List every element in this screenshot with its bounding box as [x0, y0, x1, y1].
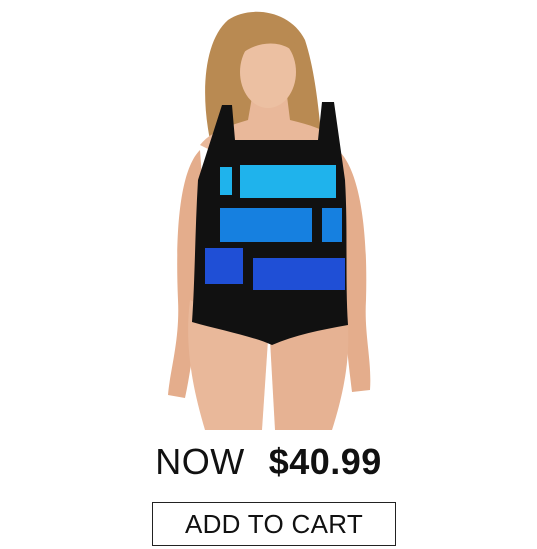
swimsuit-model-illustration — [168, 11, 371, 430]
price-value: $40.99 — [268, 441, 382, 482]
price-prefix: NOW — [155, 441, 245, 482]
product-image[interactable] — [0, 0, 537, 430]
price-line: NOW $40.99 — [0, 436, 537, 488]
add-to-cart-button[interactable]: ADD TO CART — [152, 502, 396, 546]
